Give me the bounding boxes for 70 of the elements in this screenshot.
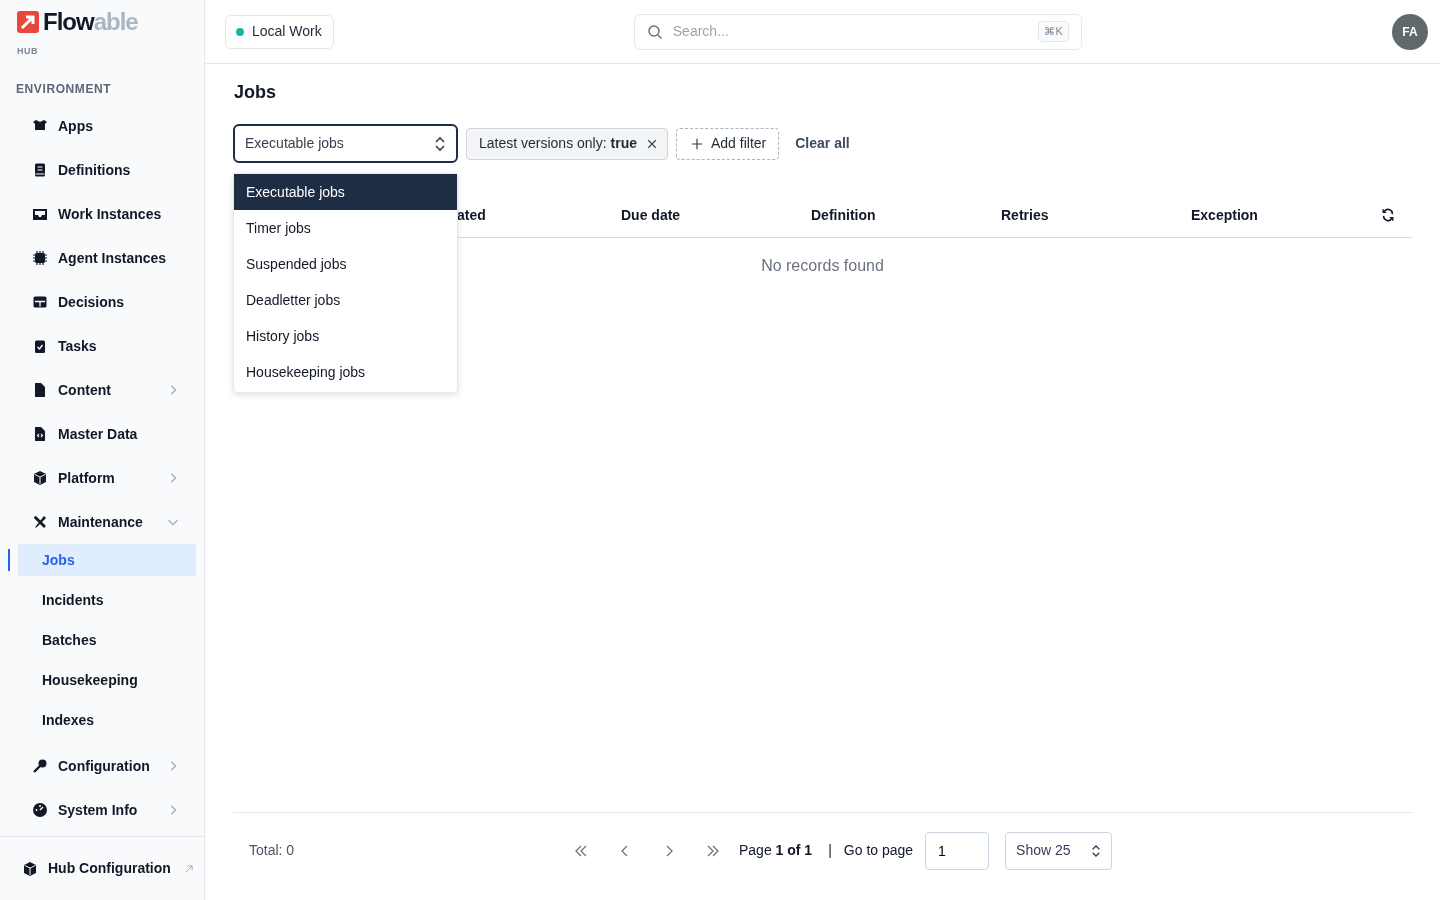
book-icon: [32, 162, 48, 178]
add-filter-button[interactable]: Add filter: [675, 127, 780, 160]
close-icon: [646, 138, 657, 149]
refresh-icon: [1381, 208, 1395, 223]
sidebar-item[interactable]: Content: [0, 368, 204, 412]
sidebar-item[interactable]: Definitions: [0, 148, 204, 192]
sidebar-item[interactable]: System Info: [0, 788, 204, 832]
sidebar-item[interactable]: Work Instances: [0, 192, 204, 236]
filter-chip-label: Latest versions only: true: [479, 134, 637, 154]
external-link-icon: [184, 863, 194, 874]
sidebar-item[interactable]: Platform: [0, 456, 204, 500]
column-header: ated: [456, 205, 486, 225]
table-icon: [32, 294, 48, 310]
search-field[interactable]: Search...: [670, 20, 1031, 43]
page-size-select[interactable]: Show 25: [1005, 831, 1113, 870]
page-title: Jobs: [234, 82, 277, 104]
empty-message: No records found: [761, 256, 884, 274]
sidebar-subitem[interactable]: Batches: [8, 624, 196, 656]
sidebar-item[interactable]: Agent Instances: [0, 236, 204, 280]
hub-configuration-link[interactable]: Hub Configuration: [48, 858, 174, 879]
gauge-icon: [32, 802, 48, 818]
dropdown-option[interactable]: History jobs: [234, 318, 457, 354]
search-bar[interactable]: Search... ⌘K: [633, 13, 1082, 50]
column-header: Due date: [621, 205, 682, 225]
total-count: Total: 0: [249, 841, 296, 860]
dropdown-option[interactable]: Executable jobs: [234, 174, 457, 210]
shortcut-hint: ⌘K: [1038, 21, 1069, 42]
cube-icon: [32, 470, 48, 486]
key-icon: [32, 758, 48, 774]
file-icon: [32, 382, 48, 398]
sort-icon: [434, 135, 446, 152]
cube-icon: [22, 860, 38, 877]
page-info: Page 1 of 1: [739, 841, 813, 860]
page-input[interactable]: 1: [925, 831, 990, 870]
logo-subtitle: HUB: [17, 45, 38, 58]
remove-filter-button[interactable]: [646, 138, 657, 149]
code-file-icon: [32, 426, 48, 442]
clear-all-button[interactable]: Clear all: [787, 133, 858, 155]
sidebar-subitem[interactable]: Jobs: [8, 544, 196, 576]
sidebar-item[interactable]: Apps: [0, 104, 204, 148]
sort-icon: [1091, 843, 1102, 858]
column-header: Retries: [1001, 205, 1050, 225]
column-header: Definition: [811, 205, 877, 225]
environment-button[interactable]: Local Work: [225, 14, 334, 49]
dropdown-option[interactable]: Housekeeping jobs: [234, 354, 457, 390]
dropdown-option[interactable]: Deadletter jobs: [234, 282, 457, 318]
logo: Flowable: [17, 10, 138, 34]
search-icon: [646, 23, 663, 40]
dropdown-option[interactable]: Timer jobs: [234, 210, 457, 246]
job-type-select[interactable]: Executable jobs: [233, 124, 458, 164]
chip-icon: [32, 250, 48, 266]
sidebar-item[interactable]: Decisions: [0, 280, 204, 324]
sidebar-item[interactable]: Configuration: [0, 744, 204, 788]
inbox-icon: [32, 206, 48, 222]
clipboard-check-icon: [32, 338, 48, 354]
go-to-page-label: Go to page: [843, 841, 914, 860]
user-avatar[interactable]: FA: [1392, 13, 1428, 50]
plus-icon: [690, 137, 703, 150]
sidebar-subitem[interactable]: Housekeeping: [8, 664, 196, 696]
tools-icon: [32, 514, 48, 530]
sidebar-subitem[interactable]: Indexes: [8, 704, 196, 736]
dropdown-option[interactable]: Suspended jobs: [234, 246, 457, 282]
sidebar-subitem[interactable]: Incidents: [8, 584, 196, 616]
sidebar-item[interactable]: Tasks: [0, 324, 204, 368]
section-label: ENVIRONMENT: [15, 81, 113, 98]
separator: |: [828, 841, 832, 860]
sidebar-item[interactable]: Maintenance: [0, 500, 204, 544]
column-header: Exception: [1191, 205, 1259, 225]
refresh-button[interactable]: [1381, 208, 1395, 223]
sidebar-item[interactable]: Master Data: [0, 412, 204, 456]
